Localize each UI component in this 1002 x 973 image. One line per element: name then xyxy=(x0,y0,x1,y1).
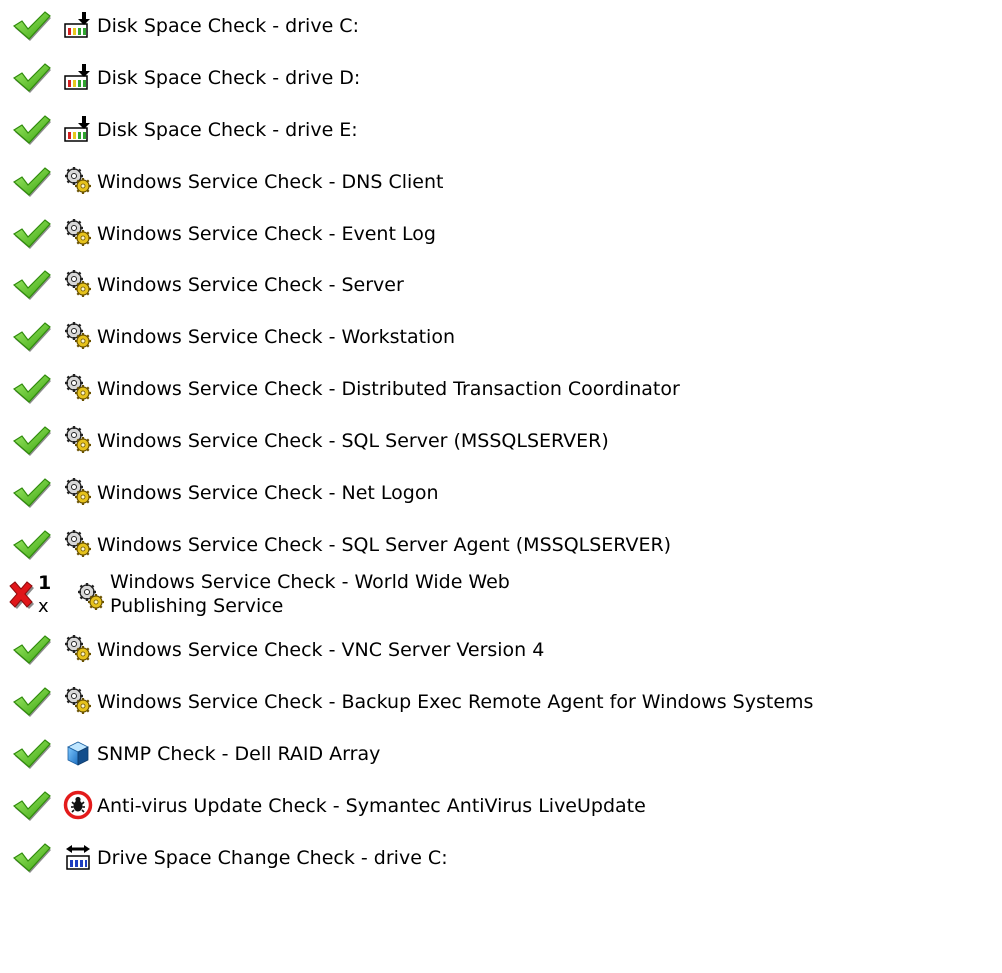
drive-change-icon xyxy=(63,842,93,872)
check-icon xyxy=(12,842,52,874)
check-row[interactable]: Windows Service Check - VNC Server Versi… xyxy=(0,624,1002,676)
failure-multiplier: x xyxy=(38,596,49,617)
service-gears-icon xyxy=(63,634,93,664)
check-label: Windows Service Check - Distributed Tran… xyxy=(97,378,680,400)
service-gears-icon xyxy=(63,477,93,507)
check-row[interactable]: Windows Service Check - Workstation xyxy=(0,311,1002,363)
check-row[interactable]: Windows Service Check - SQL Server (MSSQ… xyxy=(0,415,1002,467)
check-row[interactable]: Disk Space Check - drive D: xyxy=(0,52,1002,104)
disk-icon xyxy=(63,114,93,144)
check-row[interactable]: Disk Space Check - drive C: xyxy=(0,0,1002,52)
check-row[interactable]: Anti-virus Update Check - Symantec AntiV… xyxy=(0,780,1002,832)
check-icon xyxy=(12,10,52,42)
check-label: SNMP Check - Dell RAID Array xyxy=(97,743,381,765)
check-row[interactable]: 1x Windows Service Check - World Wide We… xyxy=(0,568,1002,620)
service-gears-icon xyxy=(63,529,93,559)
check-label: Drive Space Change Check - drive C: xyxy=(97,847,448,869)
check-icon xyxy=(12,114,52,146)
check-row[interactable]: Windows Service Check - Event Log xyxy=(0,208,1002,260)
check-row[interactable]: Windows Service Check - Backup Exec Remo… xyxy=(0,676,1002,728)
check-label: Windows Service Check - Server xyxy=(97,274,404,296)
check-icon xyxy=(12,373,52,405)
service-gears-icon xyxy=(63,166,93,196)
check-icon xyxy=(12,218,52,250)
failure-count: 1 xyxy=(38,572,52,594)
check-label: Windows Service Check - VNC Server Versi… xyxy=(97,639,545,661)
check-row[interactable]: Windows Service Check - Server xyxy=(0,259,1002,311)
check-label: Disk Space Check - drive E: xyxy=(97,119,358,141)
antivirus-icon xyxy=(63,790,93,820)
check-icon xyxy=(12,738,52,770)
disk-icon xyxy=(63,10,93,40)
check-icon xyxy=(12,790,52,822)
service-gears-icon xyxy=(63,321,93,351)
check-row[interactable]: Disk Space Check - drive E: xyxy=(0,104,1002,156)
check-icon xyxy=(12,529,52,561)
disk-icon xyxy=(63,62,93,92)
check-row[interactable]: Windows Service Check - DNS Client xyxy=(0,156,1002,208)
service-gears-icon xyxy=(63,686,93,716)
check-icon xyxy=(12,321,52,353)
fail-x-icon xyxy=(6,580,36,610)
check-label: Windows Service Check - Net Logon xyxy=(97,482,439,504)
check-row[interactable]: Windows Service Check - Distributed Tran… xyxy=(0,363,1002,415)
check-label: Disk Space Check - drive C: xyxy=(97,15,359,37)
check-label: Windows Service Check - Workstation xyxy=(97,326,455,348)
check-icon xyxy=(12,62,52,94)
check-label: Windows Service Check - Backup Exec Remo… xyxy=(97,691,814,713)
check-row[interactable]: Windows Service Check - SQL Server Agent… xyxy=(0,519,1002,571)
check-icon xyxy=(12,425,52,457)
check-label: Windows Service Check - World Wide Web P… xyxy=(110,571,510,617)
service-gears-icon xyxy=(63,373,93,403)
snmp-cube-icon xyxy=(63,738,93,768)
check-label: Disk Space Check - drive D: xyxy=(97,67,361,89)
check-label: Windows Service Check - SQL Server Agent… xyxy=(97,534,672,556)
check-row[interactable]: Windows Service Check - Net Logon xyxy=(0,467,1002,519)
check-icon xyxy=(12,686,52,718)
service-gears-icon xyxy=(76,582,106,612)
check-row[interactable]: Drive Space Change Check - drive C: xyxy=(0,832,1002,884)
check-row[interactable]: SNMP Check - Dell RAID Array xyxy=(0,728,1002,780)
service-gears-icon xyxy=(63,218,93,248)
check-label: Windows Service Check - DNS Client xyxy=(97,171,444,193)
check-icon xyxy=(12,166,52,198)
check-label: Windows Service Check - SQL Server (MSSQ… xyxy=(97,430,609,452)
service-gears-icon xyxy=(63,269,93,299)
check-label: Anti-virus Update Check - Symantec AntiV… xyxy=(97,795,646,817)
service-gears-icon xyxy=(63,425,93,455)
check-label: Windows Service Check - Event Log xyxy=(97,223,436,245)
check-icon xyxy=(12,634,52,666)
check-icon xyxy=(12,269,52,301)
check-list: Disk Space Check - drive C: Disk Space C… xyxy=(0,0,1002,973)
check-icon xyxy=(12,477,52,509)
